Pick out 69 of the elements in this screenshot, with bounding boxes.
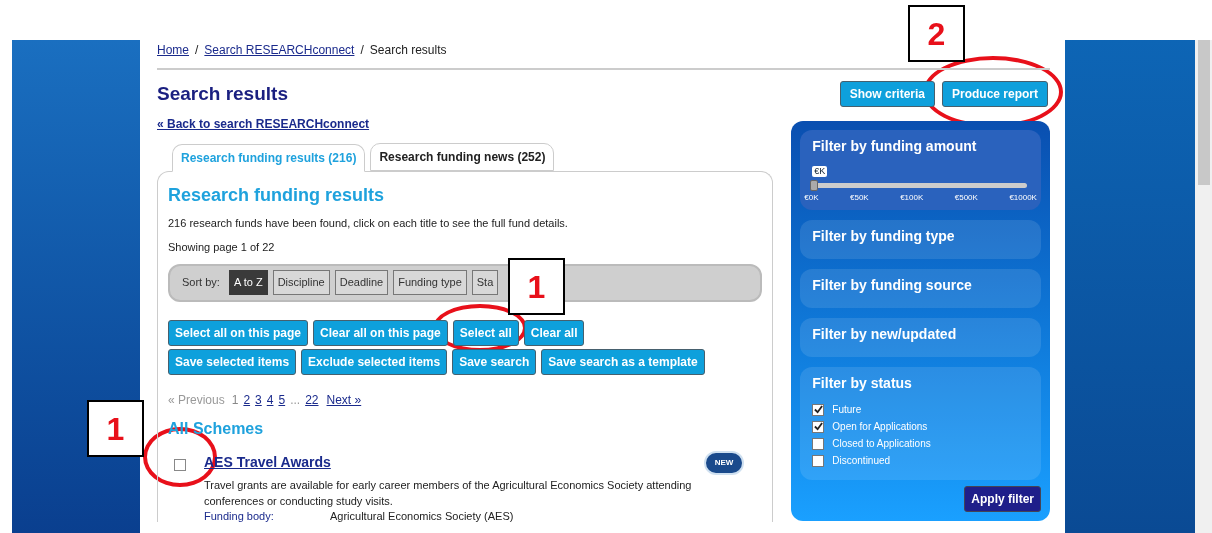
action-button[interactable]: Select all on this page	[168, 319, 309, 346]
option-label: Future	[832, 403, 862, 417]
page-link[interactable]: 5	[278, 390, 286, 409]
new-badge: NEW	[703, 450, 745, 475]
tab[interactable]: Research funding news (252)	[370, 142, 555, 171]
filter-section[interactable]: Filter by new/updated	[800, 318, 1041, 357]
apply-filter-button[interactable]: Apply filter	[964, 486, 1041, 512]
option-label: Discontinued	[832, 454, 891, 468]
breadcrumb-separator: /	[195, 42, 199, 59]
checkbox[interactable]	[812, 420, 825, 433]
scrollbar[interactable]	[1195, 40, 1212, 533]
tick-label: €500K	[954, 192, 978, 204]
results-summary: 216 research funds have been found, click on each title to see the full fund details.	[168, 215, 569, 231]
annotation-number: 1	[508, 258, 565, 315]
sort-option[interactable]: Sta	[471, 270, 499, 295]
fund-description: Travel grants are available for early career members of the Agricultural Economics Society attending conferences or conducting study visits.	[204, 477, 693, 509]
tick-label: €50K	[850, 192, 869, 204]
action-button[interactable]: Clear all on this page	[313, 319, 448, 346]
unit-label: €K	[812, 166, 828, 177]
field-value: Agricultural Economics Society (AES)	[330, 509, 514, 522]
option-label: Closed to Applications	[832, 437, 931, 451]
action-button[interactable]: Exclude selected items	[301, 348, 448, 375]
checkbox[interactable]	[174, 458, 186, 471]
filter-title[interactable]: Filter by new/updated	[812, 324, 1029, 345]
sort-option[interactable]: Discipline	[272, 270, 330, 295]
annotation-number: 1	[87, 400, 144, 457]
checkbox[interactable]	[812, 403, 825, 416]
filter-title[interactable]: Filter by status	[812, 373, 1029, 394]
sort-label: Sort by:	[182, 275, 220, 291]
filter-section[interactable]: Filter by funding source	[800, 269, 1041, 308]
filter-title[interactable]: Filter by funding type	[812, 226, 1029, 247]
page-link[interactable]: 3	[255, 390, 262, 409]
page-info: Showing page 1 of 22	[168, 240, 276, 255]
action-button[interactable]: Save search	[452, 348, 537, 375]
results-heading: Research funding results	[168, 183, 386, 207]
slider-thumb[interactable]	[810, 180, 819, 191]
next-link[interactable]: Next »	[326, 390, 362, 409]
header-button[interactable]: Show criteria	[839, 81, 935, 107]
tick-label: €100K	[900, 192, 924, 204]
option-label: Open for Applications	[832, 420, 928, 434]
sort-option[interactable]: A to Z	[228, 270, 268, 295]
page-link[interactable]: 4	[266, 390, 274, 409]
annotation-number: 2	[908, 5, 965, 62]
checkbox[interactable]	[812, 437, 825, 450]
page-link[interactable]: 22	[305, 390, 319, 409]
current-page: 1	[231, 391, 239, 409]
header-button[interactable]: Produce report	[942, 81, 1048, 107]
filter-title[interactable]: Filter by funding source	[812, 275, 1029, 296]
scrollbar-thumb[interactable]	[1197, 40, 1210, 185]
tick-label: €1000K	[1009, 192, 1037, 204]
tick-label: €0K	[804, 192, 819, 204]
page-link[interactable]: 2	[243, 390, 251, 409]
field-label: Funding body:	[204, 509, 275, 522]
breadcrumb-link[interactable]: Home	[157, 41, 189, 59]
action-button[interactable]: Select all	[452, 319, 519, 346]
action-button[interactable]: Save selected items	[168, 348, 297, 375]
action-button[interactable]: Save search as a template	[541, 348, 705, 375]
breadcrumb-link[interactable]: Search RESEARCHconnect	[204, 41, 355, 59]
filter-section[interactable]: Filter by funding type	[800, 220, 1041, 259]
pagination-ellipsis: ...	[290, 391, 301, 409]
back-link[interactable]: « Back to search RESEARCHconnect	[157, 114, 370, 133]
checkbox[interactable]	[812, 454, 825, 467]
sort-option[interactable]: Funding type	[393, 270, 467, 295]
filter-title[interactable]: Filter by funding amount	[812, 136, 1029, 157]
page-title: Search results	[157, 82, 289, 106]
breadcrumb-current: Search results	[369, 42, 447, 59]
sort-option[interactable]: Deadline	[334, 270, 389, 295]
action-button[interactable]: Clear all	[523, 319, 585, 346]
breadcrumb-separator: /	[360, 42, 364, 59]
